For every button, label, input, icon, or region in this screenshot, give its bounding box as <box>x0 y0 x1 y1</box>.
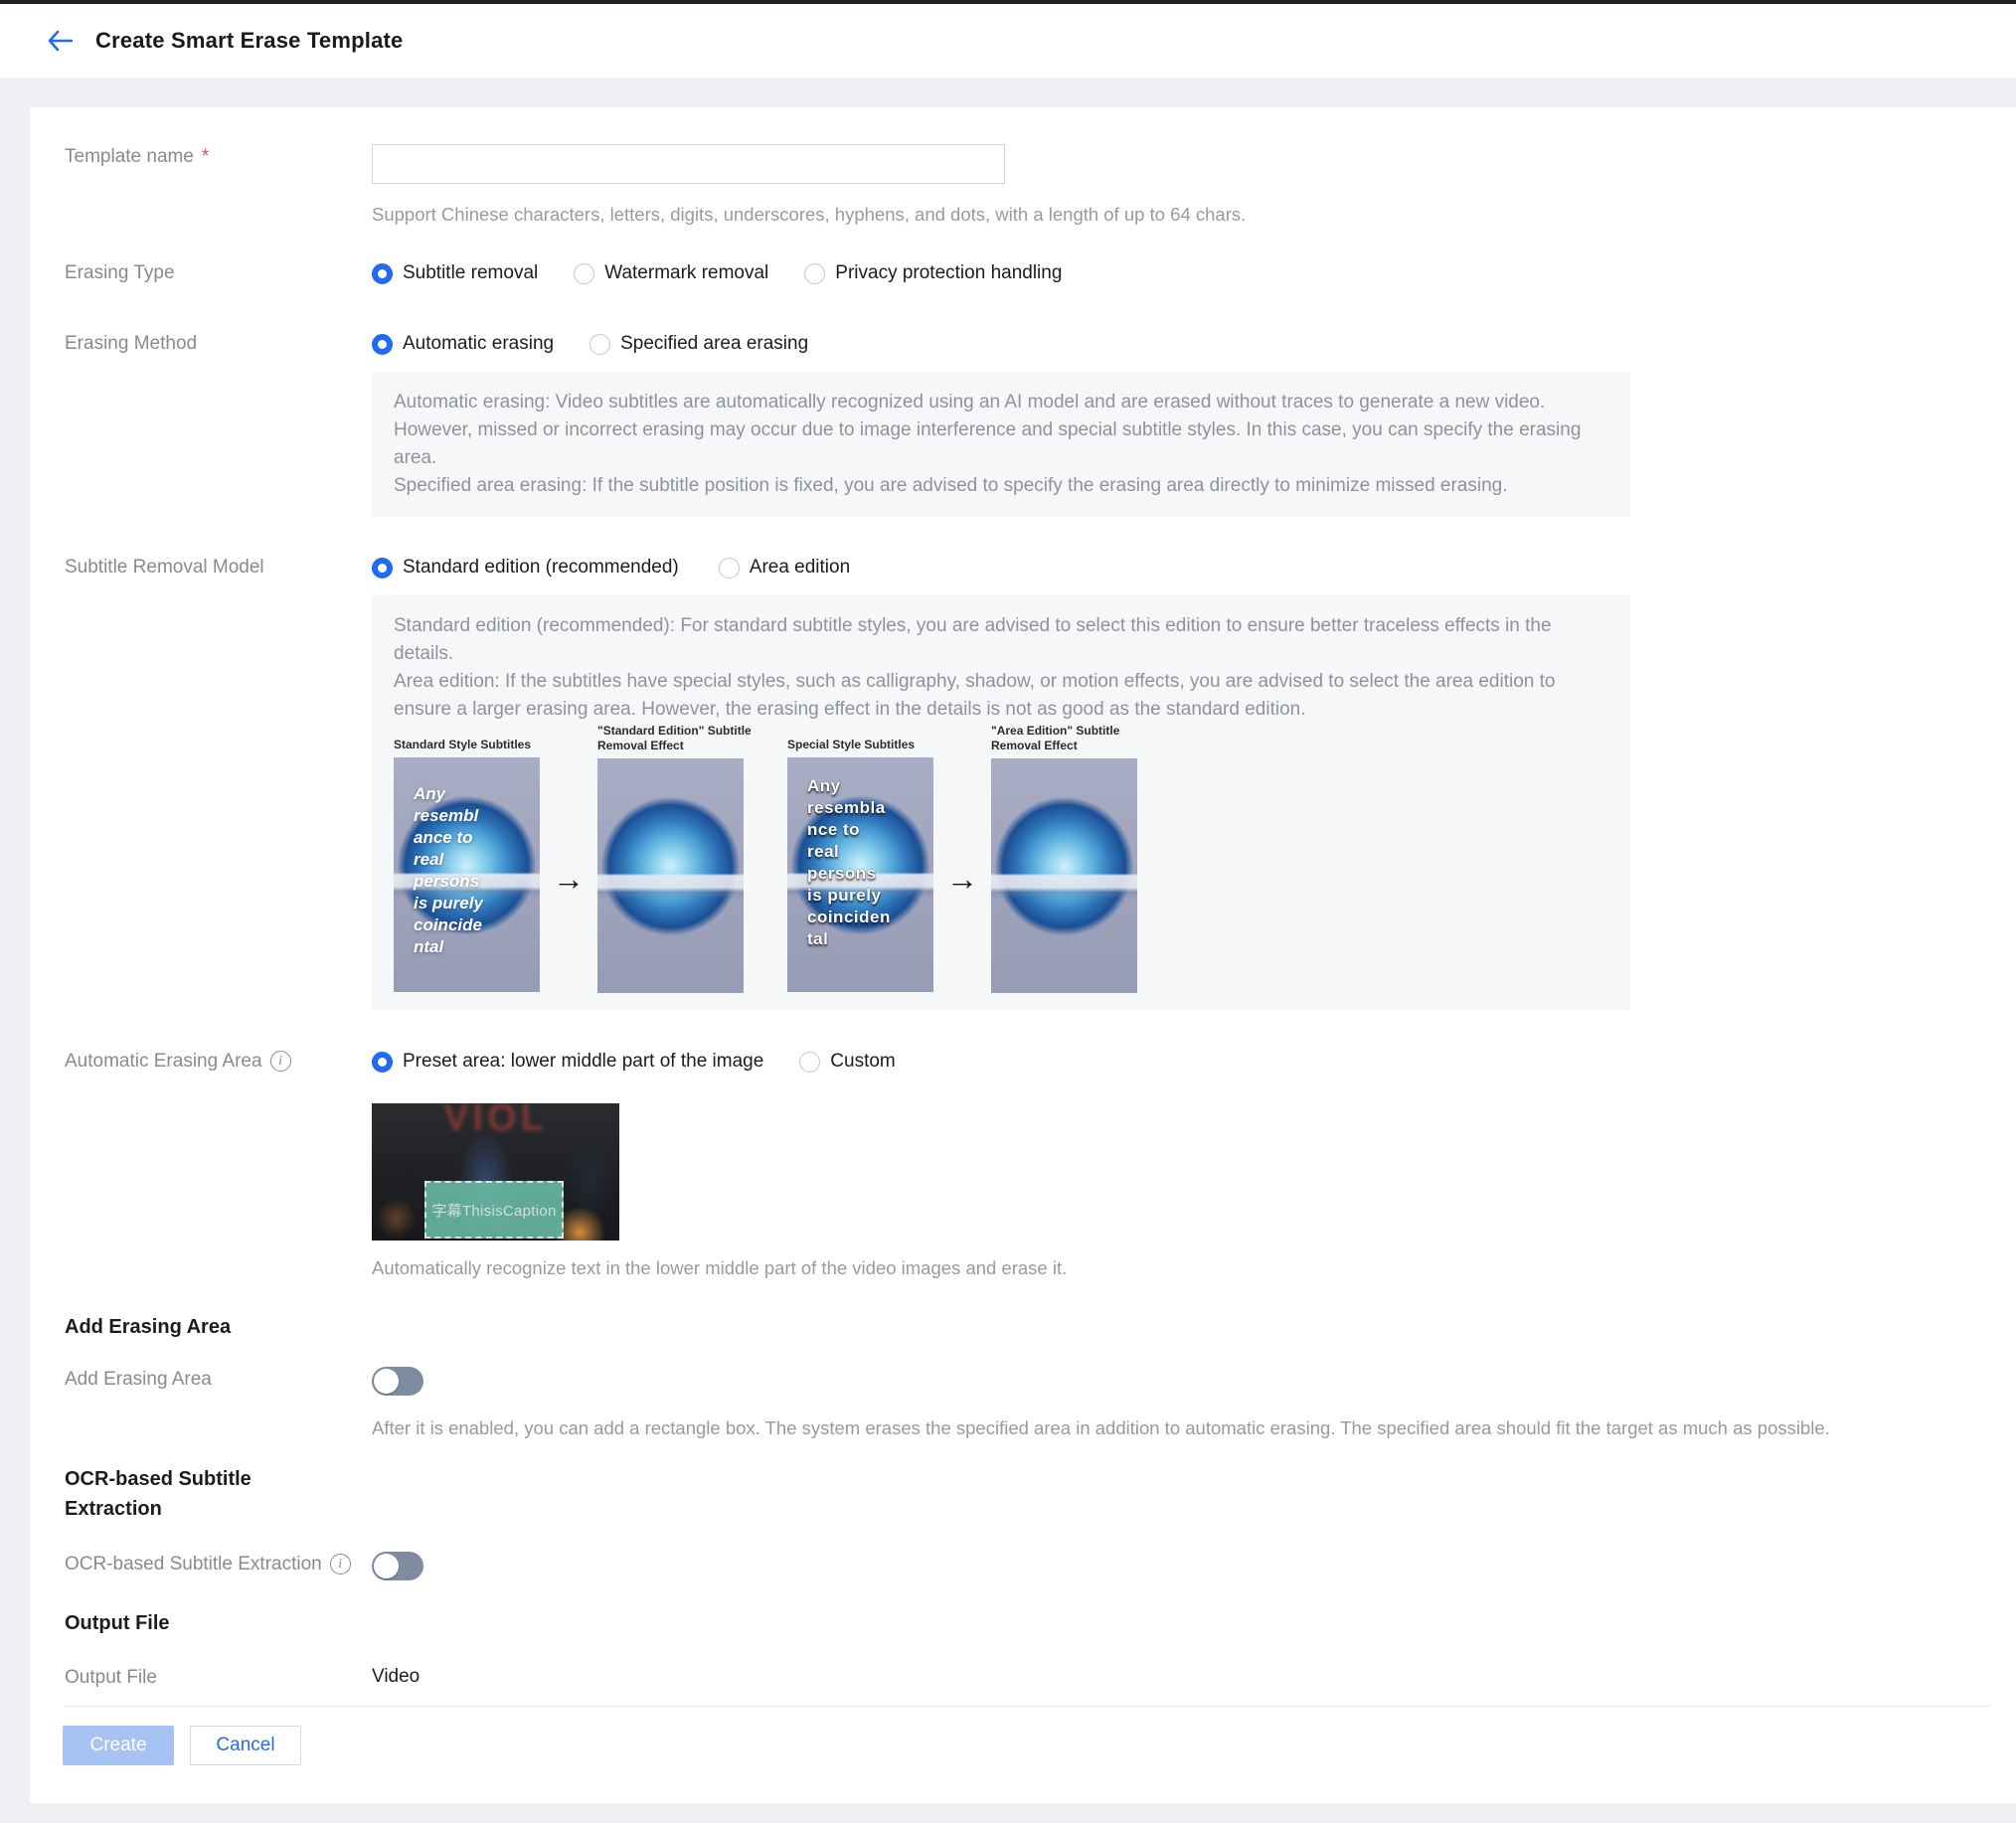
cancel-button[interactable]: Cancel <box>190 1726 301 1765</box>
radio-specified-area-erasing[interactable]: Specified area erasing <box>589 331 808 357</box>
info-icon[interactable] <box>330 1554 351 1574</box>
radio-selected-icon <box>372 1052 393 1073</box>
erasing-method-radio-group: Automatic erasing Specified area erasing <box>372 331 2016 357</box>
radio-privacy-protection[interactable]: Privacy protection handling <box>804 260 1062 286</box>
erasing-type-label: Erasing Type <box>65 260 372 286</box>
auto-area-help: Automatically recognize text in the lowe… <box>372 1257 2016 1279</box>
template-name-label-text: Template name <box>65 144 194 170</box>
required-asterisk: * <box>202 144 209 170</box>
example-image-special-subtitles: Any resembla nce to real persons is pure… <box>787 757 933 992</box>
radio-unselected-icon <box>804 263 825 284</box>
output-file-value: Video <box>372 1665 2016 1689</box>
radio-unselected-icon <box>719 558 740 579</box>
add-erasing-area-heading: Add Erasing Area <box>30 1312 328 1342</box>
example-standard-edition-result: "Standard Edition" Subtitle Removal Effe… <box>597 724 744 993</box>
add-erasing-area-row: Add Erasing Area After it is enabled, yo… <box>30 1367 2016 1439</box>
ocr-extraction-row: OCR-based Subtitle Extraction <box>30 1552 2016 1580</box>
arrow-right-icon: → <box>946 861 978 898</box>
footer-divider <box>65 1706 1991 1707</box>
subtitle-removal-model-label: Subtitle Removal Model <box>65 555 372 580</box>
radio-unselected-icon <box>589 334 610 355</box>
template-name-help: Support Chinese characters, letters, dig… <box>372 204 2016 226</box>
create-button[interactable]: Create <box>63 1726 174 1765</box>
example-caption: Standard Style Subtitles <box>394 724 555 757</box>
output-file-label: Output File <box>65 1665 372 1691</box>
model-radio-group: Standard edition (recommended) Area edit… <box>372 555 2016 580</box>
radio-unselected-icon <box>574 263 594 284</box>
example-image-standard-subtitles: Any resembl ance to real persons is pure… <box>394 757 540 992</box>
preset-area-preview-image: VIOL 字幕ThisisCaption <box>372 1103 619 1241</box>
model-example-figures: Standard Style Subtitles Any resembl anc… <box>394 724 1608 993</box>
preview-background-text: VIOL <box>372 1103 619 1140</box>
info-icon[interactable] <box>270 1051 291 1072</box>
toggle-knob <box>374 1369 399 1394</box>
ocr-section-heading: OCR-based Subtitle Extraction <box>30 1464 298 1524</box>
arrow-right-icon: → <box>553 861 585 898</box>
radio-selected-icon <box>372 263 393 284</box>
page-title: Create Smart Erase Template <box>95 28 403 54</box>
back-arrow-icon <box>47 30 73 52</box>
screen: Create Smart Erase Template Template nam… <box>0 0 2016 1823</box>
preset-caption-box: 字幕ThisisCaption <box>424 1181 564 1239</box>
model-info-line-2: Area edition: If the subtitles have spec… <box>394 668 1608 724</box>
radio-selected-icon <box>372 334 393 355</box>
automatic-erasing-area-label: Automatic Erasing Area <box>65 1049 372 1075</box>
ocr-extraction-toggle[interactable] <box>372 1552 423 1580</box>
radio-preset-area[interactable]: Preset area: lower middle part of the im… <box>372 1049 763 1075</box>
auto-area-radio-group: Preset area: lower middle part of the im… <box>372 1049 2016 1075</box>
template-name-label: Template name * <box>65 144 372 226</box>
radio-area-edition[interactable]: Area edition <box>719 555 850 580</box>
model-infobox: Standard edition (recommended): For stan… <box>372 595 1630 1010</box>
toggle-knob <box>374 1554 399 1578</box>
output-file-row: Output File Video <box>30 1665 2016 1691</box>
example-area-edition-result: "Area Edition" Subtitle Removal Effect <box>991 724 1137 993</box>
form-card: Template name * Support Chinese characte… <box>30 107 2016 1803</box>
example-caption: "Standard Edition" Subtitle Removal Effe… <box>597 724 758 758</box>
subtitle-overlay-text: Any resembl ance to real persons is pure… <box>414 783 528 958</box>
erasing-method-info-line-1: Automatic erasing: Video subtitles are a… <box>394 389 1608 472</box>
example-image-standard-removed <box>597 758 744 993</box>
add-erasing-area-help: After it is enabled, you can add a recta… <box>372 1417 2016 1439</box>
add-erasing-area-label: Add Erasing Area <box>65 1367 372 1439</box>
radio-automatic-erasing[interactable]: Automatic erasing <box>372 331 554 357</box>
erasing-method-info-line-2: Specified area erasing: If the subtitle … <box>394 472 1608 500</box>
subtitle-overlay-text: Any resembla nce to real persons is pure… <box>807 775 922 950</box>
example-special-style: Special Style Subtitles Any resembla nce… <box>787 724 933 992</box>
radio-subtitle-removal[interactable]: Subtitle removal <box>372 260 538 286</box>
model-info-line-1: Standard edition (recommended): For stan… <box>394 612 1608 668</box>
erasing-method-infobox: Automatic erasing: Video subtitles are a… <box>372 372 1630 517</box>
example-image-area-removed <box>991 758 1137 993</box>
erasing-method-label: Erasing Method <box>65 331 372 357</box>
automatic-erasing-area-row: Automatic Erasing Area Preset area: lowe… <box>30 1049 2016 1075</box>
page-background: Template name * Support Chinese characte… <box>0 78 2016 1823</box>
radio-selected-icon <box>372 558 393 579</box>
template-name-input[interactable] <box>372 144 1005 184</box>
form-actions: Create Cancel <box>30 1726 2016 1765</box>
page-header: Create Smart Erase Template <box>0 4 2016 78</box>
template-name-row: Template name * Support Chinese characte… <box>30 144 2016 226</box>
erasing-method-row: Erasing Method Automatic erasing Specifi… <box>30 331 2016 357</box>
back-button[interactable] <box>40 21 80 61</box>
radio-custom-area[interactable]: Custom <box>799 1049 895 1075</box>
example-caption: Special Style Subtitles <box>787 724 948 757</box>
erasing-type-radio-group: Subtitle removal Watermark removal Priva… <box>372 260 2016 286</box>
output-file-heading: Output File <box>30 1608 328 1638</box>
subtitle-removal-model-row: Subtitle Removal Model Standard edition … <box>30 555 2016 580</box>
add-erasing-area-toggle[interactable] <box>372 1367 423 1396</box>
radio-watermark-removal[interactable]: Watermark removal <box>574 260 768 286</box>
radio-standard-edition[interactable]: Standard edition (recommended) <box>372 555 679 580</box>
example-caption: "Area Edition" Subtitle Removal Effect <box>991 724 1152 758</box>
erasing-type-row: Erasing Type Subtitle removal Watermark … <box>30 260 2016 286</box>
example-standard-style: Standard Style Subtitles Any resembl anc… <box>394 724 540 992</box>
ocr-extraction-label: OCR-based Subtitle Extraction <box>65 1552 372 1580</box>
radio-unselected-icon <box>799 1052 820 1073</box>
